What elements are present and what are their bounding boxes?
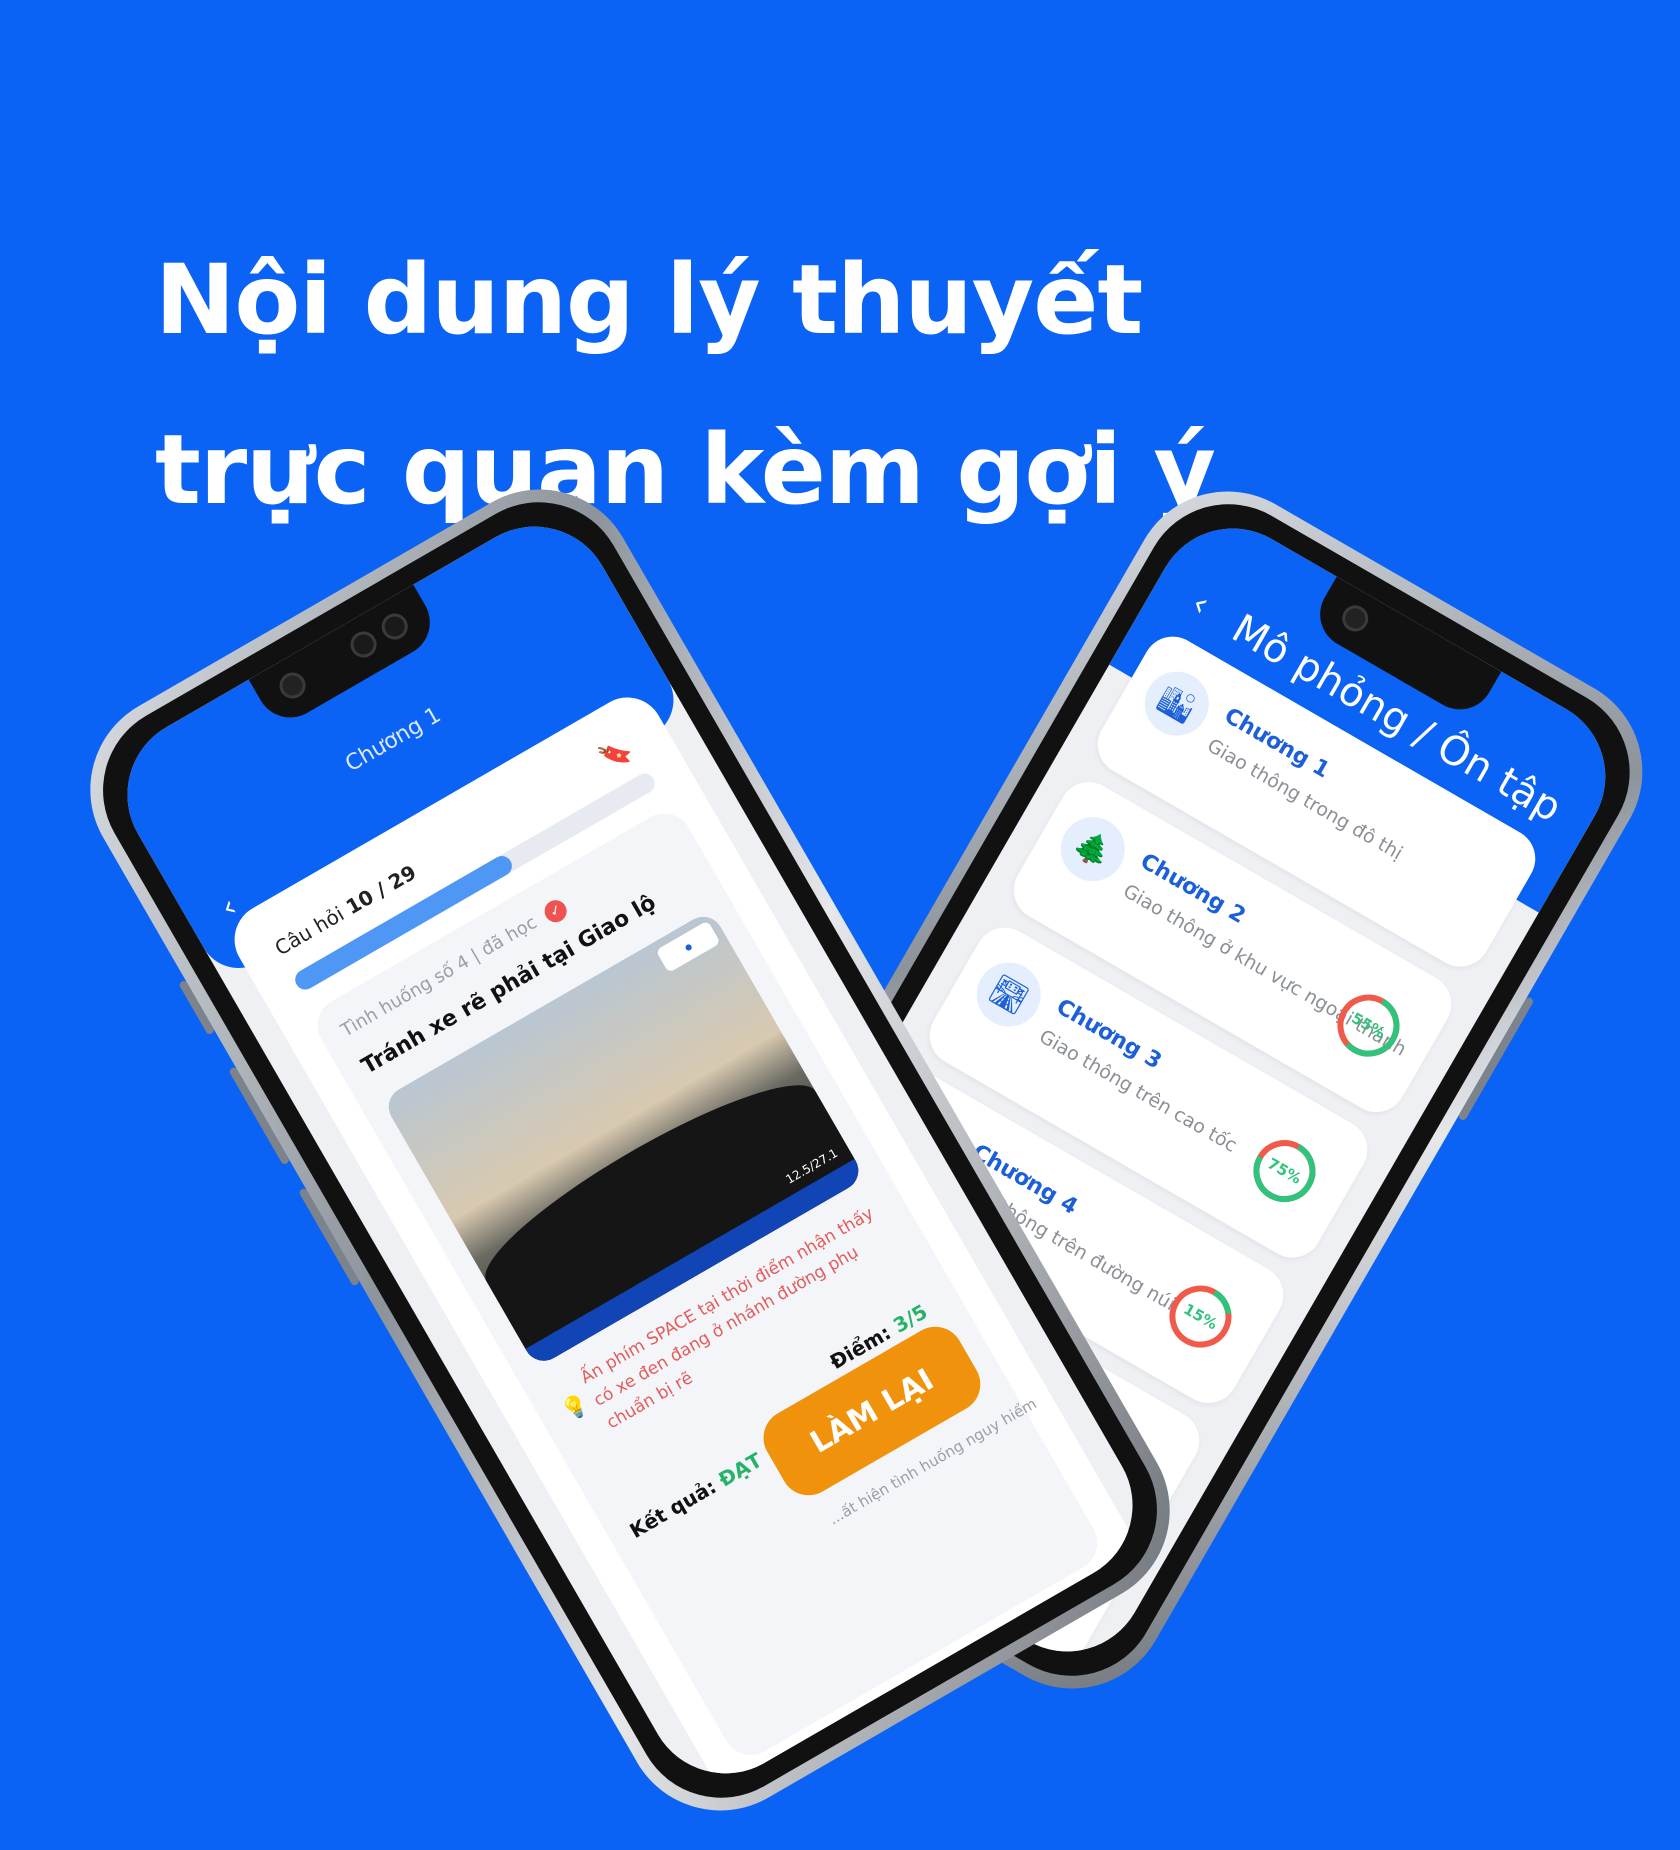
highway-icon: 🛣 bbox=[965, 950, 1053, 1039]
status-label: đã học bbox=[477, 912, 541, 961]
progress-percent: 75% bbox=[1264, 1154, 1305, 1188]
camera-icon bbox=[1337, 600, 1374, 637]
lightbulb-icon: 💡 bbox=[557, 1390, 594, 1426]
headline-line-2: trực quan kèm gợi ý bbox=[155, 414, 1216, 526]
sensor-icon bbox=[345, 626, 382, 663]
app-logo-icon: ● bbox=[655, 920, 721, 973]
result-label: Kết quả: bbox=[625, 1474, 721, 1543]
trees-icon: 🌲 bbox=[1049, 805, 1137, 893]
chevron-left-icon[interactable]: ‹ bbox=[1185, 583, 1217, 624]
result: Kết quả: ĐẠT bbox=[625, 1448, 766, 1543]
sensor-icon bbox=[376, 608, 413, 645]
progress-percent: 55% bbox=[1348, 1008, 1389, 1043]
bookmark-icon[interactable]: 🔖 bbox=[595, 734, 638, 776]
progress-percent: 15% bbox=[1180, 1299, 1221, 1334]
city-icon: 🏙 bbox=[1133, 659, 1221, 748]
progress-ring: 15% bbox=[1153, 1269, 1249, 1365]
check-icon: ✓ bbox=[540, 896, 571, 927]
camera-icon bbox=[274, 667, 311, 704]
result-value: ĐẠT bbox=[714, 1447, 767, 1492]
progress-ring: 55% bbox=[1321, 978, 1417, 1074]
headline-line-1: Nội dung lý thuyết bbox=[155, 244, 1143, 356]
headline: Nội dung lý thuyết trực quan kèm gợi ý bbox=[155, 215, 1216, 555]
progress-ring: 75% bbox=[1237, 1123, 1333, 1219]
